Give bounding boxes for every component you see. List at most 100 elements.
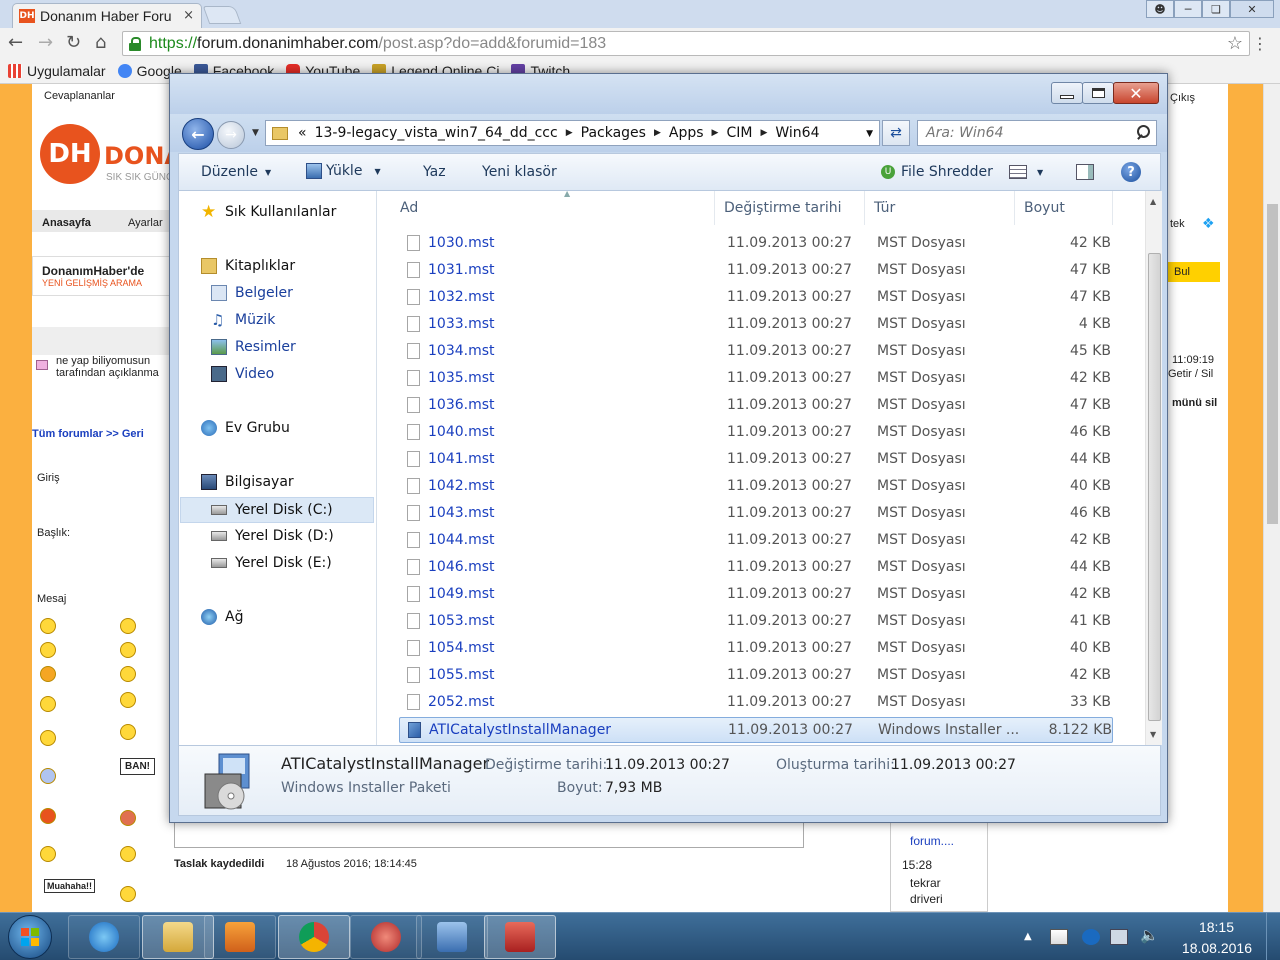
nav-pictures[interactable]: Resimler [211, 339, 296, 355]
help-button[interactable]: ? [1121, 162, 1141, 182]
network-tray-icon[interactable] [1110, 929, 1128, 945]
clock-date[interactable]: 18.08.2016 [1182, 940, 1252, 956]
bookmark-star-icon[interactable]: ☆ [1227, 33, 1243, 54]
ban-sign[interactable]: BAN! [120, 758, 155, 775]
page-scrollbar[interactable] [1263, 84, 1280, 912]
minimize-icon[interactable]: ─ [1174, 0, 1202, 18]
restore-icon[interactable]: ❏ [1202, 0, 1230, 18]
muahaha-sign[interactable]: Muahaha!! [44, 879, 95, 893]
breadcrumb-item[interactable]: Win64 [775, 125, 819, 141]
action-center-icon[interactable] [1050, 929, 1068, 945]
search-icon[interactable] [1136, 125, 1150, 139]
new-tab-button[interactable] [202, 6, 242, 24]
browser-tab[interactable]: DH Donanım Haber Foru × [12, 3, 202, 28]
back-button[interactable]: ← [182, 118, 214, 150]
organize-button[interactable]: Düzenle ▼ [201, 164, 271, 180]
browser-menu-icon[interactable]: ⋮ [1252, 34, 1268, 53]
getir-sil-link[interactable]: Getir / Sil [1168, 368, 1213, 380]
nav-libraries[interactable]: Kitaplıklar [201, 258, 295, 274]
file-list-scrollbar[interactable]: ▲ ▼ [1145, 191, 1162, 745]
cevaplananlar-link[interactable]: Cevaplananlar [44, 90, 115, 102]
search-input[interactable]: Ara: Win64 [917, 120, 1157, 146]
forum-breadcrumb[interactable]: Tüm forumlar >> Geri [32, 428, 144, 440]
change-view-button[interactable]: ▼ [1009, 165, 1043, 179]
nav-disk-c[interactable]: Yerel Disk (C:) [180, 497, 374, 523]
smiley-icon[interactable] [120, 666, 136, 682]
taskbar-installer[interactable] [484, 915, 556, 959]
taskbar-app[interactable] [350, 915, 422, 959]
breadcrumb-arrow-icon[interactable]: ▶ [566, 128, 573, 138]
clock-time[interactable]: 18:15 [1199, 919, 1234, 935]
upload-button[interactable]: Yükle ▼ [306, 163, 381, 179]
forward-arrow-icon[interactable]: → [38, 32, 53, 53]
g-app-icon[interactable] [1082, 929, 1100, 945]
smiley-icon[interactable] [40, 666, 56, 682]
breadcrumb-overflow[interactable]: « [298, 125, 307, 141]
side-forum-link[interactable]: forum.... [910, 834, 954, 848]
breadcrumb-item[interactable]: Packages [581, 125, 646, 141]
preview-pane-button[interactable] [1076, 164, 1094, 180]
nav-documents[interactable]: Belgeler [211, 285, 293, 301]
nav-disk-e[interactable]: Yerel Disk (E:) [211, 555, 332, 571]
anasayfa-link[interactable]: Anasayfa [42, 217, 91, 229]
smiley-icon[interactable] [120, 810, 136, 826]
smiley-icon[interactable] [120, 692, 136, 708]
file-row[interactable]: ATICatalystInstallManager 11.09.2013 00:2… [399, 717, 1113, 743]
tab-close-icon[interactable]: × [183, 8, 194, 23]
back-arrow-icon[interactable]: ← [8, 32, 23, 53]
column-name[interactable]: Ad ▲ [391, 189, 715, 225]
breadcrumb-item[interactable]: 13-9-legacy_vista_win7_64_dd_ccc [315, 125, 558, 141]
smiley-icon[interactable] [40, 696, 56, 712]
show-desktop-button[interactable] [1266, 913, 1280, 960]
nav-favorites[interactable]: ★ Sık Kullanılanlar [201, 204, 336, 221]
site-logo[interactable]: DH [40, 124, 100, 184]
nav-disk-d[interactable]: Yerel Disk (D:) [211, 528, 334, 544]
smiley-icon[interactable] [40, 808, 56, 824]
file-row[interactable]: 1053.mst 11.09.2013 00:27 MST Dosyası 41 KB [399, 609, 1113, 635]
refresh-button[interactable]: ⇄ [882, 120, 910, 146]
maximize-button[interactable] [1082, 82, 1114, 104]
breadcrumb-item[interactable]: CIM [726, 125, 752, 141]
close-button[interactable]: ✕ [1113, 82, 1159, 104]
file-row[interactable]: 1031.mst 11.09.2013 00:27 MST Dosyası 47 KB [399, 258, 1113, 284]
nav-computer[interactable]: Bilgisayar [201, 474, 294, 490]
bookmark-apps[interactable]: Uygulamalar [8, 63, 106, 79]
breadcrumb-arrow-icon[interactable]: ▶ [654, 128, 661, 138]
explorer-titlebar[interactable]: ✕ [170, 74, 1167, 114]
show-hidden-icons-icon[interactable]: ▲ [1024, 931, 1042, 947]
breadcrumb-arrow-icon[interactable]: ▶ [760, 128, 767, 138]
address-bar[interactable]: https:// forum.donanimhaber.com /post.as… [122, 31, 1250, 56]
file-list-scrollbar-thumb[interactable] [1148, 253, 1161, 721]
smiley-icon[interactable] [40, 768, 56, 784]
page-scrollbar-thumb[interactable] [1267, 204, 1278, 524]
file-row[interactable]: 1049.mst 11.09.2013 00:27 MST Dosyası 42 KB [399, 582, 1113, 608]
breadcrumb-item[interactable]: Apps [669, 125, 704, 141]
file-row[interactable]: 1032.mst 11.09.2013 00:27 MST Dosyası 47 KB [399, 285, 1113, 311]
twitter-icon[interactable]: ❖ [1202, 216, 1215, 232]
smiley-icon[interactable] [120, 846, 136, 862]
file-row[interactable]: 1033.mst 11.09.2013 00:27 MST Dosyası 4 KB [399, 312, 1113, 338]
reload-icon[interactable]: ↻ [66, 32, 81, 53]
smiley-icon[interactable] [40, 730, 56, 746]
forward-button[interactable]: → [217, 121, 245, 149]
home-icon[interactable]: ⌂ [95, 32, 106, 53]
file-shredder-button[interactable]: U File Shredder [881, 164, 993, 180]
file-row[interactable]: 1030.mst 11.09.2013 00:27 MST Dosyası 42 KB [399, 231, 1113, 257]
file-row[interactable]: 1042.mst 11.09.2013 00:27 MST Dosyası 40 KB [399, 474, 1113, 500]
breadcrumb-arrow-icon[interactable]: ▶ [712, 128, 719, 138]
smiley-icon[interactable] [120, 618, 136, 634]
nav-homegroup[interactable]: Ev Grubu [201, 420, 290, 436]
recent-locations-chevron-icon[interactable]: ▼ [252, 128, 259, 138]
taskbar-internet-explorer[interactable] [68, 915, 140, 959]
taskbar-media-player[interactable] [204, 915, 276, 959]
file-row[interactable]: 1046.mst 11.09.2013 00:27 MST Dosyası 44 KB [399, 555, 1113, 581]
file-row[interactable]: 2052.mst 11.09.2013 00:27 MST Dosyası 33 KB [399, 690, 1113, 716]
taskbar-chrome[interactable] [278, 915, 350, 959]
column-type[interactable]: Tür [865, 191, 1015, 225]
scroll-down-icon[interactable]: ▼ [1150, 730, 1156, 739]
nav-network[interactable]: Ağ [201, 609, 243, 625]
smiley-icon[interactable] [120, 724, 136, 740]
smiley-icon[interactable] [40, 642, 56, 658]
ayarlar-link[interactable]: Ayarlar [128, 217, 163, 229]
smiley-icon[interactable] [120, 886, 136, 902]
